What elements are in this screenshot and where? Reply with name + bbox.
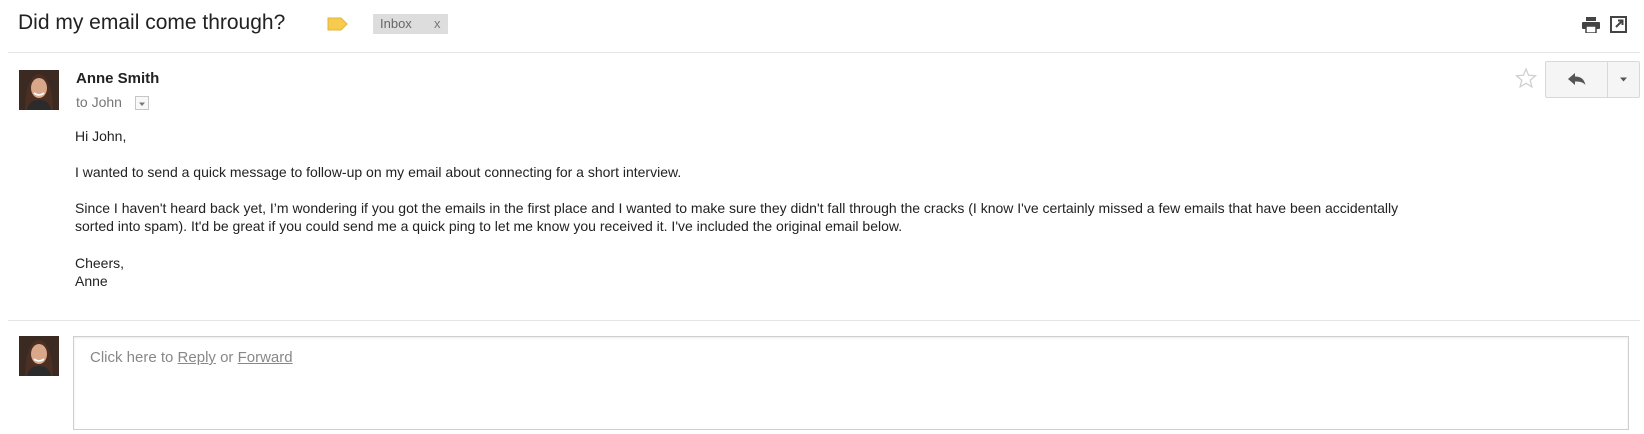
message-greeting: Hi John, [75,128,127,144]
recipient-line: to John [76,94,122,110]
message-paragraph: Since I haven't heard back yet, I’m wond… [75,200,1399,216]
print-icon[interactable] [1582,17,1600,33]
reply-arrow-icon [1568,73,1586,85]
popout-icon[interactable] [1610,16,1627,33]
reply-box[interactable]: Click here to Reply or Forward [73,336,1629,430]
chevron-down-icon [139,102,145,106]
forward-link[interactable]: Forward [238,349,293,366]
chevron-down-icon [1620,77,1627,82]
email-subject: Did my email come through? [18,11,286,34]
reply-button-group [1545,61,1640,98]
message-signature: Anne [75,273,108,289]
message-divider [8,320,1640,321]
reply-prompt-prefix: Click here to [90,349,178,366]
header-divider [8,52,1640,53]
inbox-label-text: Inbox [380,16,412,31]
inbox-label-chip[interactable]: Inbox x [373,14,448,34]
message-closing: Cheers, [75,255,125,271]
remove-label-button[interactable]: x [434,14,441,34]
reply-prompt-separator: or [215,349,238,366]
message-paragraph: I wanted to send a quick message to foll… [75,164,682,180]
recipient-details-button[interactable] [135,96,149,110]
sender-avatar[interactable] [19,70,59,110]
label-tag-icon[interactable] [326,17,348,31]
reply-button[interactable] [1546,62,1607,97]
sender-name[interactable]: Anne Smith [76,70,159,87]
reply-link[interactable]: Reply [178,349,216,366]
star-icon[interactable] [1515,67,1537,89]
more-actions-button[interactable] [1608,62,1639,97]
message-paragraph: sorted into spam). It'd be great if you … [75,218,903,234]
user-avatar [19,336,59,376]
reply-prompt: Click here to Reply or Forward [90,349,293,366]
